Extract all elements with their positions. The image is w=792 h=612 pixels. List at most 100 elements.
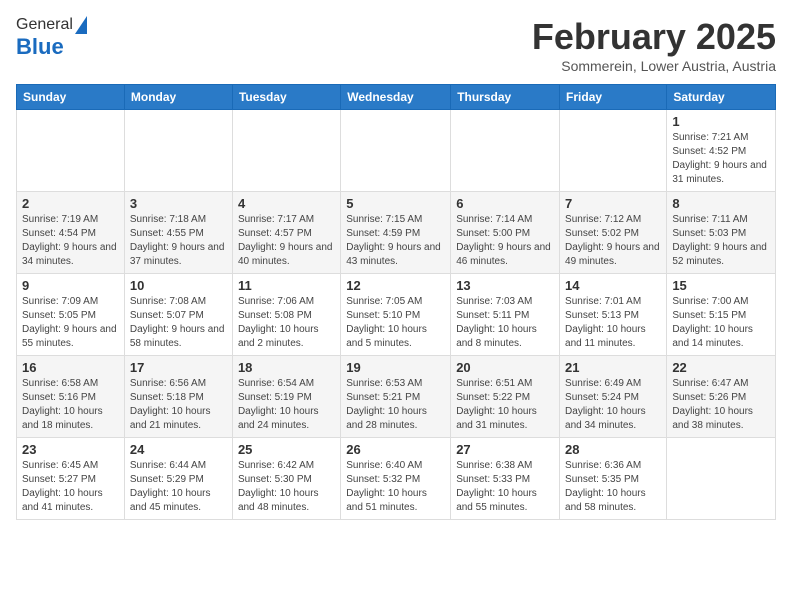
calendar-cell: 20 Sunrise: 6:51 AM Sunset: 5:22 PM Dayli… [451,356,560,438]
day-number: 11 [238,278,335,293]
day-info: Sunrise: 7:19 AM Sunset: 4:54 PM Dayligh… [22,213,119,269]
month-title: February 2025 [532,16,776,58]
calendar-header-thursday: Thursday [451,85,560,110]
calendar-cell: 10Sunrise: 7:08 AM Sunset: 5:07 PM Dayli… [124,274,232,356]
day-info: Sunrise: 6:51 AM Sunset: 5:22 PM Dayligh… [456,377,554,433]
calendar-header-wednesday: Wednesday [341,85,451,110]
day-info: Sunrise: 7:18 AM Sunset: 4:55 PM Dayligh… [130,213,227,269]
calendar-cell: 6 Sunrise: 7:14 AM Sunset: 5:00 PM Daylig… [451,192,560,274]
day-info: Sunrise: 7:00 AM Sunset: 5:15 PM Dayligh… [672,295,770,351]
calendar-cell [667,438,776,520]
calendar-cell: 2 Sunrise: 7:19 AM Sunset: 4:54 PM Daylig… [17,192,125,274]
calendar-cell: 9 Sunrise: 7:09 AM Sunset: 5:05 PM Daylig… [17,274,125,356]
day-info: Sunrise: 6:47 AM Sunset: 5:26 PM Dayligh… [672,377,770,433]
logo-triangle-icon [75,16,87,34]
day-info: Sunrise: 6:38 AM Sunset: 5:33 PM Dayligh… [456,459,554,515]
day-info: Sunrise: 6:42 AM Sunset: 5:30 PM Dayligh… [238,459,335,515]
calendar-cell: 24 Sunrise: 6:44 AM Sunset: 5:29 PM Dayli… [124,438,232,520]
day-number: 10 [130,278,227,293]
day-number: 18 [238,360,335,375]
day-info: Sunrise: 7:05 AM Sunset: 5:10 PM Dayligh… [346,295,445,351]
calendar-cell: 8 Sunrise: 7:11 AM Sunset: 5:03 PM Daylig… [667,192,776,274]
calendar-header-friday: Friday [560,85,667,110]
day-info: Sunrise: 7:01 AM Sunset: 5:13 PM Dayligh… [565,295,661,351]
day-info: Sunrise: 6:40 AM Sunset: 5:32 PM Dayligh… [346,459,445,515]
location-title: Sommerein, Lower Austria, Austria [532,58,776,74]
calendar-cell: 11Sunrise: 7:06 AM Sunset: 5:08 PM Dayli… [232,274,340,356]
day-number: 25 [238,442,335,457]
day-number: 28 [565,442,661,457]
calendar-cell: 15Sunrise: 7:00 AM Sunset: 5:15 PM Dayli… [667,274,776,356]
calendar-week-2: 2 Sunrise: 7:19 AM Sunset: 4:54 PM Daylig… [17,192,776,274]
day-number: 2 [22,196,119,211]
calendar-cell [560,110,667,192]
calendar-cell [232,110,340,192]
calendar-cell: 22 Sunrise: 6:47 AM Sunset: 5:26 PM Dayli… [667,356,776,438]
calendar-cell: 28 Sunrise: 6:36 AM Sunset: 5:35 PM Dayli… [560,438,667,520]
day-info: Sunrise: 6:58 AM Sunset: 5:16 PM Dayligh… [22,377,119,433]
calendar-cell: 14 Sunrise: 7:01 AM Sunset: 5:13 PM Dayli… [560,274,667,356]
calendar-cell [17,110,125,192]
calendar-cell: 21 Sunrise: 6:49 AM Sunset: 5:24 PM Dayli… [560,356,667,438]
day-number: 19 [346,360,445,375]
calendar-header-sunday: Sunday [17,85,125,110]
day-info: Sunrise: 6:49 AM Sunset: 5:24 PM Dayligh… [565,377,661,433]
calendar-header-tuesday: Tuesday [232,85,340,110]
calendar-header-monday: Monday [124,85,232,110]
calendar-cell [124,110,232,192]
day-number: 21 [565,360,661,375]
day-number: 14 [565,278,661,293]
calendar-cell: 12 Sunrise: 7:05 AM Sunset: 5:10 PM Dayli… [341,274,451,356]
calendar-cell: 23Sunrise: 6:45 AM Sunset: 5:27 PM Dayli… [17,438,125,520]
calendar-week-3: 9 Sunrise: 7:09 AM Sunset: 5:05 PM Daylig… [17,274,776,356]
page-header: General Blue February 2025 Sommerein, Lo… [16,16,776,74]
day-number: 9 [22,278,119,293]
day-info: Sunrise: 7:14 AM Sunset: 5:00 PM Dayligh… [456,213,554,269]
day-number: 17 [130,360,227,375]
day-number: 8 [672,196,770,211]
day-number: 5 [346,196,445,211]
calendar-cell: 4 Sunrise: 7:17 AM Sunset: 4:57 PM Daylig… [232,192,340,274]
day-info: Sunrise: 7:17 AM Sunset: 4:57 PM Dayligh… [238,213,335,269]
day-info: Sunrise: 7:09 AM Sunset: 5:05 PM Dayligh… [22,295,119,351]
calendar-cell: 26Sunrise: 6:40 AM Sunset: 5:32 PM Dayli… [341,438,451,520]
day-number: 13 [456,278,554,293]
calendar-week-1: 1Sunrise: 7:21 AM Sunset: 4:52 PM Daylig… [17,110,776,192]
day-info: Sunrise: 6:54 AM Sunset: 5:19 PM Dayligh… [238,377,335,433]
day-info: Sunrise: 6:36 AM Sunset: 5:35 PM Dayligh… [565,459,661,515]
logo-blue: Blue [16,34,64,60]
day-number: 6 [456,196,554,211]
day-number: 3 [130,196,227,211]
day-number: 12 [346,278,445,293]
day-number: 22 [672,360,770,375]
calendar-cell: 5 Sunrise: 7:15 AM Sunset: 4:59 PM Daylig… [341,192,451,274]
day-number: 20 [456,360,554,375]
day-number: 27 [456,442,554,457]
calendar-cell: 3 Sunrise: 7:18 AM Sunset: 4:55 PM Daylig… [124,192,232,274]
calendar-cell: 1Sunrise: 7:21 AM Sunset: 4:52 PM Daylig… [667,110,776,192]
calendar-cell: 13 Sunrise: 7:03 AM Sunset: 5:11 PM Dayli… [451,274,560,356]
day-number: 23 [22,442,119,457]
logo-general: General [16,16,73,34]
day-info: Sunrise: 6:56 AM Sunset: 5:18 PM Dayligh… [130,377,227,433]
day-info: Sunrise: 6:53 AM Sunset: 5:21 PM Dayligh… [346,377,445,433]
calendar-cell: 16Sunrise: 6:58 AM Sunset: 5:16 PM Dayli… [17,356,125,438]
logo: General Blue [16,16,87,60]
calendar-cell: 7 Sunrise: 7:12 AM Sunset: 5:02 PM Daylig… [560,192,667,274]
calendar-table: SundayMondayTuesdayWednesdayThursdayFrid… [16,84,776,520]
calendar-cell [341,110,451,192]
day-number: 1 [672,114,770,129]
day-info: Sunrise: 7:03 AM Sunset: 5:11 PM Dayligh… [456,295,554,351]
calendar-cell [451,110,560,192]
title-block: February 2025 Sommerein, Lower Austria, … [532,16,776,74]
calendar-cell: 18 Sunrise: 6:54 AM Sunset: 5:19 PM Dayli… [232,356,340,438]
day-number: 4 [238,196,335,211]
day-info: Sunrise: 7:12 AM Sunset: 5:02 PM Dayligh… [565,213,661,269]
day-info: Sunrise: 7:15 AM Sunset: 4:59 PM Dayligh… [346,213,445,269]
day-number: 7 [565,196,661,211]
calendar-cell: 19 Sunrise: 6:53 AM Sunset: 5:21 PM Dayli… [341,356,451,438]
day-number: 24 [130,442,227,457]
calendar-cell: 25 Sunrise: 6:42 AM Sunset: 5:30 PM Dayli… [232,438,340,520]
day-info: Sunrise: 6:44 AM Sunset: 5:29 PM Dayligh… [130,459,227,515]
day-info: Sunrise: 7:11 AM Sunset: 5:03 PM Dayligh… [672,213,770,269]
